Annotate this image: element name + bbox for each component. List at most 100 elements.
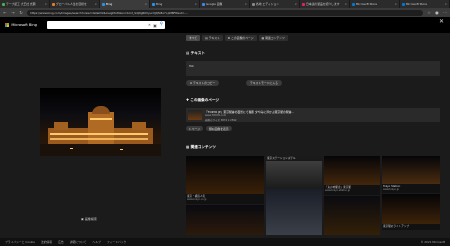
text-section-heading: ▤ テキスト <box>186 51 205 55</box>
related-section-heading: ▦ 関連コンテンツ <box>186 145 216 149</box>
related-image-6[interactable] <box>324 196 380 235</box>
related-image-7[interactable] <box>382 156 440 184</box>
related-title-5: 東京駅のライトアップ <box>383 225 409 228</box>
related-caption-1[interactable]: 東京・横浜人気 www.tokyo.co.jp <box>186 194 264 204</box>
url-field[interactable]: https://www.bing.com/images/search?view=… <box>27 9 423 16</box>
tab-close-icon[interactable]: × <box>344 2 347 6</box>
footer-link[interactable]: 広告 <box>58 240 64 244</box>
tab-close-icon[interactable]: × <box>444 2 447 6</box>
browser-tab[interactable]: Google 画像 × <box>200 0 250 8</box>
browser-tab[interactable]: Microsoft Store × <box>400 0 450 8</box>
extracted-text: Tok <box>189 64 194 68</box>
browser-tab[interactable]: テープ起工 大王社 式典 × <box>0 0 50 8</box>
search-input[interactable]: ✕ ▣ ⚲ <box>46 21 165 29</box>
related-image-5[interactable] <box>324 156 380 188</box>
tab-favicon-icon <box>152 2 155 6</box>
tab-related-label: 関連コンテンツ <box>265 36 285 40</box>
browser-tab[interactable]: Bing × <box>150 0 200 8</box>
search-icon[interactable]: ⚲ <box>160 22 163 27</box>
related-tab-icon: ▦ <box>261 36 265 40</box>
visual-search-small-icon: ▣ <box>81 217 84 221</box>
footer-link[interactable]: プライバシーと Cookie <box>5 240 35 244</box>
brand-label[interactable]: Microsoft Bing <box>11 23 37 27</box>
footer-link[interactable]: ヘルプ <box>92 240 100 244</box>
related-caption-4[interactable]: Tokyo Station www.tokyo.jp <box>382 184 440 193</box>
page-result-card[interactable]: 「TOKYO JP」東京駅舎の夜景にて撮影 夕やみに浮かぶ東京駅の駅舎... w… <box>186 108 440 122</box>
tab-favicon-icon <box>302 2 305 6</box>
page-thumbnail <box>188 110 202 120</box>
tab-favicon-icon <box>252 2 255 6</box>
tab-label: Microsoft Store <box>406 2 428 6</box>
tab-favicon-icon <box>2 2 5 6</box>
browser-tab[interactable]: グローバル人生を目標を × <box>50 0 100 8</box>
copy-text-button[interactable]: ⧉ テキストのコピー <box>186 80 220 86</box>
bing-header: Microsoft Bing ✕ ▣ ⚲ <box>0 17 450 33</box>
tab-close-icon[interactable]: × <box>94 2 97 6</box>
tab-label: グローバル人生を目標を <box>56 2 87 6</box>
tab-close-icon[interactable]: × <box>144 2 147 6</box>
browser-tab[interactable]: Bing × <box>100 0 150 8</box>
related-caption-5[interactable]: 東京駅のライトアップ <box>382 224 440 230</box>
tab-label: 各地 エディション <box>256 2 280 6</box>
tab-close-icon[interactable]: × <box>394 2 397 6</box>
extracted-text-box[interactable]: Tok <box>186 61 440 76</box>
pages-count-label: 1 ページ <box>189 126 201 131</box>
clear-icon[interactable]: ✕ <box>148 23 151 27</box>
tab-all[interactable]: すべて <box>186 35 201 41</box>
url-text: https://www.bing.com/images/search?view=… <box>30 10 189 15</box>
footer-link[interactable]: 詳細について <box>70 240 87 244</box>
related-source-3: www.tokyo-station.jp <box>325 189 351 192</box>
browser-tab[interactable]: 各地 エディション × <box>250 0 300 8</box>
text-mode-label: テキストモードに入る <box>250 81 278 85</box>
tab-text[interactable]: ▤ テキスト <box>202 35 223 41</box>
pages-heading-label: この画像のページ <box>190 98 219 102</box>
related-image-2[interactable] <box>186 205 264 235</box>
browser-tab[interactable]: Microsoft Store × <box>350 0 400 8</box>
forward-icon[interactable]: → <box>11 10 15 15</box>
similar-images-button[interactable]: 類似画像を表示 <box>206 126 232 131</box>
tab-close-icon[interactable]: × <box>194 2 197 6</box>
image-search-link[interactable]: ▣ 画像検索 <box>81 217 97 221</box>
tab-all-label: すべて <box>189 36 198 40</box>
tab-close-icon[interactable]: × <box>294 2 297 6</box>
microsoft-logo-icon[interactable] <box>5 22 10 28</box>
favorite-icon[interactable]: ☆ <box>427 10 431 15</box>
footer-link[interactable]: フィードバック <box>107 240 127 244</box>
page-meta: 画像のサイズ 3872 x 2592 <box>205 118 237 122</box>
address-bar: ← → ↻ https://www.bing.com/images/search… <box>0 8 450 17</box>
refresh-icon[interactable]: ↻ <box>19 10 23 15</box>
tab-close-icon[interactable]: × <box>244 2 247 6</box>
pages-section-heading: ✚ この画像のページ <box>186 98 219 102</box>
tab-label: Microsoft Store <box>356 2 378 6</box>
page-title[interactable]: 「TOKYO JP」東京駅舎の夜景にて撮影 夕やみに浮かぶ東京駅の駅舎... <box>205 110 435 114</box>
detail-tabs: すべて ▤ テキスト ✚ この画像のページ ▦ 関連コンテンツ <box>186 35 446 41</box>
text-mode-button[interactable]: テキストモードに入る <box>246 80 282 86</box>
tab-label: Bing <box>156 2 163 6</box>
tab-favicon-icon <box>202 2 205 6</box>
browser-tabbar: テープ起工 大王社 式典 × グローバル人生を目標を × Bing × Bing × Googl… <box>0 0 450 8</box>
tab-favicon-icon <box>402 2 405 6</box>
tab-related[interactable]: ▦ 関連コンテンツ <box>258 35 288 41</box>
tab-favicon-icon <box>352 2 355 6</box>
tab-pages[interactable]: ✚ この画像のページ <box>224 35 257 41</box>
tab-favicon-icon <box>102 2 105 6</box>
browser-tab[interactable]: 日本語の製品を紹介します × <box>300 0 350 8</box>
profile-icon[interactable]: ● <box>435 10 439 15</box>
back-icon[interactable]: ← <box>3 10 7 15</box>
related-title-2: 東京ステーションホテル <box>267 157 296 160</box>
copy-icon: ⧉ <box>190 81 192 85</box>
tab-close-icon[interactable]: × <box>44 2 47 6</box>
related-image-8[interactable] <box>382 194 440 224</box>
related-caption-2[interactable]: 東京ステーションホテル <box>266 156 322 161</box>
footer-link[interactable]: 法的情報 <box>41 240 52 244</box>
related-heading-label: 関連コンテンツ <box>190 145 216 149</box>
close-icon[interactable]: ✕ <box>439 18 444 25</box>
pages-tab-icon: ✚ <box>227 36 231 40</box>
menu-icon[interactable]: ⋯ <box>443 10 447 15</box>
text-tab-icon: ▤ <box>205 36 208 40</box>
related-caption-3[interactable]: 「丸の内駅舎」東京駅 www.tokyo-station.jp <box>324 185 380 195</box>
related-image-1[interactable] <box>186 156 264 194</box>
related-image-4[interactable] <box>266 189 322 235</box>
visual-search-icon[interactable]: ▣ <box>153 23 157 28</box>
pages-count-button[interactable]: 1 ページ <box>186 126 204 131</box>
